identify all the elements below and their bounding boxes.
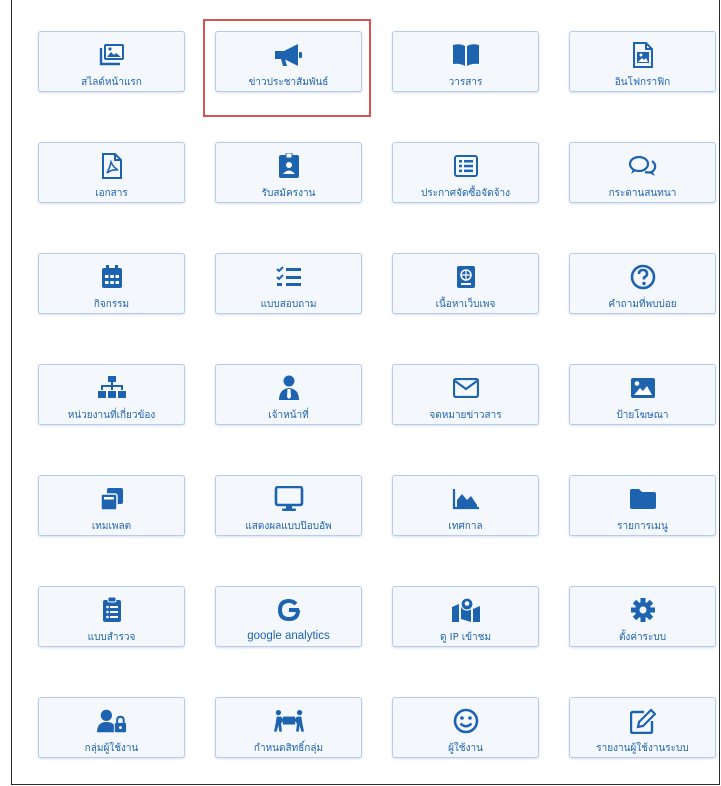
menu-tile-tasks[interactable]: แบบสอบถาม	[215, 253, 362, 314]
clipboard-list-icon	[97, 597, 127, 623]
passport-icon	[451, 264, 481, 290]
menu-tile-label: ผู้ใช้งาน	[448, 743, 483, 754]
menu-tile-label: กระดานสนทนา	[608, 188, 677, 199]
id-badge-icon	[274, 153, 304, 179]
envelope-icon	[451, 375, 481, 401]
question-circle-icon	[628, 264, 658, 290]
menu-tile-file-image[interactable]: อินโฟกราฟิก	[569, 31, 716, 92]
menu-tile-label: ดู IP เข้าชม	[439, 632, 492, 643]
menu-tile-map-marked[interactable]: ดู IP เข้าชม	[392, 586, 539, 647]
menu-tile-label: ป้ายโฆษณา	[616, 410, 669, 421]
menu-tile-smile[interactable]: ผู้ใช้งาน	[392, 697, 539, 758]
smile-icon	[451, 708, 481, 734]
menu-tile-label: ประกาศจัดซื้อจัดจ้าง	[421, 188, 510, 199]
menu-tile-label: ข่าวประชาสัมพันธ์	[248, 77, 329, 88]
menu-tile-passport[interactable]: เนื้อหาเว็บเพจ	[392, 253, 539, 314]
menu-tile-label: รายการเมนู	[617, 521, 668, 532]
menu-tile-comments[interactable]: กระดานสนทนา	[569, 142, 716, 203]
menu-grid: สไลด์หน้าแรก ข่าวประชาสัมพันธ์ วารสาร อินโฟ…	[38, 31, 716, 758]
menu-tile-label: วารสาร	[448, 77, 483, 88]
menu-tile-label: จดหมายข่าวสาร	[429, 410, 502, 421]
folder-icon	[628, 486, 658, 512]
menu-tile-label: แสดงผลแบบป๊อบอัพ	[245, 521, 332, 532]
menu-tile-label: กำหนดสิทธิ์กลุ่ม	[253, 743, 324, 754]
clone-icon	[97, 486, 127, 512]
user-lock-icon	[96, 708, 127, 734]
menu-tile-label: ตั้งค่าระบบ	[618, 632, 667, 643]
menu-tile-label: กิจกรรม	[93, 299, 130, 310]
menu-tile-label: รายงานผู้ใช้งานระบบ	[596, 743, 689, 754]
map-marked-icon	[451, 597, 481, 623]
menu-tile-sitemap[interactable]: หน่วยงานที่เกี่ยวข้อง	[38, 364, 185, 425]
menu-tile-cog[interactable]: ตั้งค่าระบบ	[569, 586, 716, 647]
menu-tile-label: เนื้อหาเว็บเพจ	[435, 299, 496, 310]
menu-tile-label: คำถามที่พบบ่อย	[608, 299, 677, 310]
user-tie-icon	[274, 375, 304, 401]
menu-tile-label: แบบสำรวจ	[87, 632, 136, 643]
image-icon	[628, 375, 658, 401]
edit-icon	[628, 708, 658, 734]
menu-tile-book-open[interactable]: วารสาร	[392, 31, 539, 92]
menu-tile-list-alt[interactable]: ประกาศจัดซื้อจัดจ้าง	[392, 142, 539, 203]
desktop-icon	[274, 486, 304, 512]
menu-tile-label: google analytics	[247, 630, 330, 642]
tasks-icon	[274, 264, 304, 290]
chart-area-icon	[451, 486, 481, 512]
megaphone-icon	[274, 42, 304, 68]
menu-tile-label: รับสมัครงาน	[261, 188, 316, 199]
menu-tile-megaphone[interactable]: ข่าวประชาสัมพันธ์	[215, 31, 362, 92]
menu-tile-image[interactable]: ป้ายโฆษณา	[569, 364, 716, 425]
menu-tile-label: แบบสอบถาม	[260, 299, 317, 310]
google-icon	[274, 597, 304, 623]
menu-tile-label: เอกสาร	[95, 188, 128, 199]
calendar-icon	[97, 264, 127, 290]
menu-tile-images[interactable]: สไลด์หน้าแรก	[38, 31, 185, 92]
list-alt-icon	[451, 153, 481, 179]
menu-tile-edit[interactable]: รายงานผู้ใช้งานระบบ	[569, 697, 716, 758]
menu-tile-desktop[interactable]: แสดงผลแบบป๊อบอัพ	[215, 475, 362, 536]
file-image-icon	[628, 42, 658, 68]
menu-tile-chart-area[interactable]: เทศกาล	[392, 475, 539, 536]
menu-tile-clipboard-list[interactable]: แบบสำรวจ	[38, 586, 185, 647]
menu-tile-people-carry[interactable]: กำหนดสิทธิ์กลุ่ม	[215, 697, 362, 758]
menu-tile-label: อินโฟกราฟิก	[614, 77, 671, 88]
cog-icon	[628, 597, 658, 623]
menu-tile-label: เทมเพลต	[91, 521, 132, 532]
menu-tile-id-badge[interactable]: รับสมัครงาน	[215, 142, 362, 203]
menu-tile-clone[interactable]: เทมเพลต	[38, 475, 185, 536]
menu-tile-label: กลุ่มผู้ใช้งาน	[84, 743, 139, 754]
file-pdf-icon	[97, 153, 127, 179]
comments-icon	[628, 153, 658, 179]
menu-tile-question-circle[interactable]: คำถามที่พบบ่อย	[569, 253, 716, 314]
menu-tile-label: เทศกาล	[448, 521, 483, 532]
menu-tile-user-lock[interactable]: กลุ่มผู้ใช้งาน	[38, 697, 185, 758]
menu-tile-envelope[interactable]: จดหมายข่าวสาร	[392, 364, 539, 425]
menu-tile-label: หน่วยงานที่เกี่ยวข้อง	[67, 410, 156, 421]
menu-tile-user-tie[interactable]: เจ้าหน้าที่	[215, 364, 362, 425]
menu-tile-file-pdf[interactable]: เอกสาร	[38, 142, 185, 203]
sitemap-icon	[97, 375, 127, 401]
book-open-icon	[451, 42, 481, 68]
menu-tile-label: เจ้าหน้าที่	[268, 410, 309, 421]
menu-tile-label: สไลด์หน้าแรก	[81, 77, 142, 88]
people-carry-icon	[273, 708, 304, 734]
images-icon	[97, 42, 127, 68]
menu-tile-google[interactable]: google analytics	[215, 586, 362, 647]
menu-tile-calendar[interactable]: กิจกรรม	[38, 253, 185, 314]
menu-tile-folder[interactable]: รายการเมนู	[569, 475, 716, 536]
